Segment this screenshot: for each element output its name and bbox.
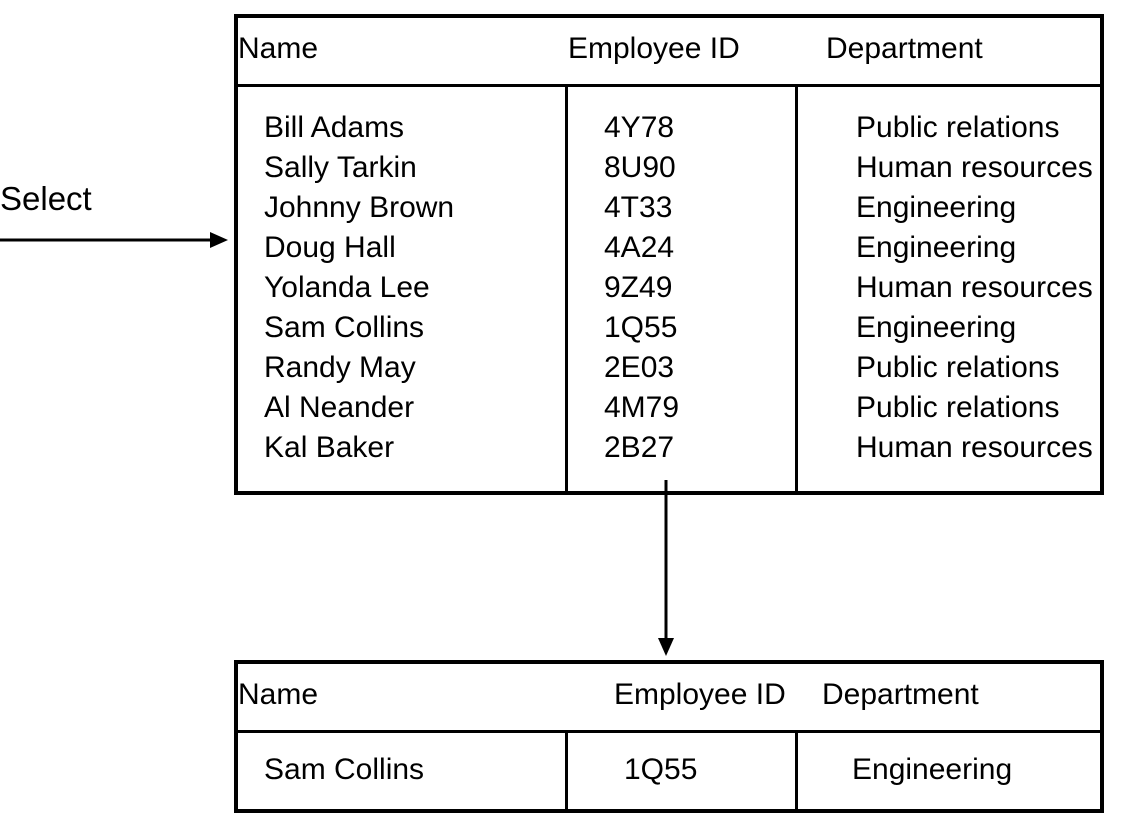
- source-table-header: Name Employee ID Department: [238, 18, 1100, 87]
- table-row: 2E03: [604, 349, 795, 389]
- result-table-header: Name Employee ID Department: [238, 664, 1100, 733]
- source-table-body: Bill Adams Sally Tarkin Johnny Brown Dou…: [238, 87, 1100, 491]
- result-row: Sam Collins 1Q55 Engineering: [238, 733, 1100, 809]
- table-row: 4M79: [604, 389, 795, 429]
- source-col-dept: Public relations Human resources Enginee…: [798, 87, 1100, 491]
- result-arrow-icon: [656, 480, 676, 656]
- table-row: 2B27: [604, 429, 795, 469]
- source-col-name: Bill Adams Sally Tarkin Johnny Brown Dou…: [238, 87, 568, 491]
- source-col-id: 4Y78 8U90 4T33 4A24 9Z49 1Q55 2E03 4M79 …: [568, 87, 798, 491]
- table-row: Public relations: [856, 109, 1100, 149]
- select-operation-label: Select: [0, 180, 92, 218]
- result-table: Name Employee ID Department Sam Collins …: [234, 660, 1104, 813]
- table-row: 4A24: [604, 229, 795, 269]
- table-row: 8U90: [604, 149, 795, 189]
- table-row: Al Neander: [264, 389, 565, 429]
- result-header-dept: Department: [798, 664, 1100, 730]
- table-row: Randy May: [264, 349, 565, 389]
- table-row: Engineering: [856, 309, 1100, 349]
- table-row: Engineering: [856, 229, 1100, 269]
- result-cell-id: 1Q55: [568, 733, 798, 809]
- result-header-id: Employee ID: [568, 664, 798, 730]
- table-row: Doug Hall: [264, 229, 565, 269]
- table-row: Human resources: [856, 269, 1100, 309]
- table-row: Engineering: [856, 189, 1100, 229]
- table-row: Public relations: [856, 349, 1100, 389]
- table-row: 9Z49: [604, 269, 795, 309]
- source-table: Name Employee ID Department Bill Adams S…: [234, 14, 1104, 495]
- table-row: 4Y78: [604, 109, 795, 149]
- source-header-name: Name: [238, 18, 568, 84]
- table-row: Sally Tarkin: [264, 149, 565, 189]
- source-header-id: Employee ID: [568, 18, 798, 84]
- table-row: 1Q55: [604, 309, 795, 349]
- table-row: Sam Collins: [264, 309, 565, 349]
- select-arrow-icon: [0, 230, 230, 250]
- table-row: Kal Baker: [264, 429, 565, 469]
- table-row: Human resources: [856, 149, 1100, 189]
- table-row: Bill Adams: [264, 109, 565, 149]
- result-cell-dept: Engineering: [798, 733, 1100, 809]
- source-header-dept: Department: [798, 18, 1100, 84]
- table-row: Yolanda Lee: [264, 269, 565, 309]
- table-row: 4T33: [604, 189, 795, 229]
- result-cell-name: Sam Collins: [238, 733, 568, 809]
- result-header-name: Name: [238, 664, 568, 730]
- table-row: Human resources: [856, 429, 1100, 469]
- table-row: Public relations: [856, 389, 1100, 429]
- table-row: Johnny Brown: [264, 189, 565, 229]
